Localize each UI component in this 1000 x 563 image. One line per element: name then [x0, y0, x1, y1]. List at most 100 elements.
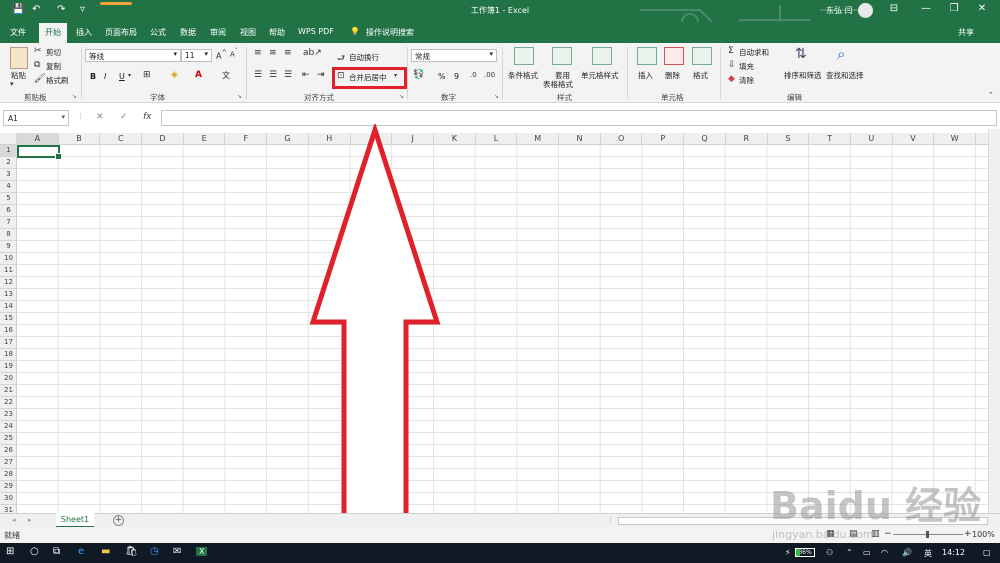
row-header[interactable]: 9	[0, 241, 17, 253]
battery-indicator[interactable]: 36%	[795, 548, 815, 557]
format-painter-button[interactable]: 格式刷	[46, 75, 69, 86]
windows-start-icon[interactable]: ⊞	[6, 546, 14, 557]
column-header[interactable]: T	[809, 133, 851, 145]
column-header[interactable]: M	[517, 133, 560, 145]
wifi-icon[interactable]: ◠	[881, 548, 888, 557]
name-box[interactable]: A1 ▾	[3, 110, 69, 126]
column-header[interactable]: U	[851, 133, 893, 145]
share-button[interactable]: 共享	[958, 27, 974, 38]
tab-help[interactable]: 帮助	[269, 27, 285, 38]
task-view-icon[interactable]: ⧉	[53, 546, 60, 557]
copy-icon[interactable]: ⧉	[34, 60, 40, 70]
row-header[interactable]: 16	[0, 325, 17, 337]
row-header[interactable]: 15	[0, 313, 17, 325]
font-size-select[interactable]: 11 ▾	[181, 49, 212, 62]
paste-icon[interactable]	[10, 47, 28, 69]
row-header[interactable]: 18	[0, 349, 17, 361]
insert-cells-button[interactable]: 插入	[638, 70, 653, 81]
row-header[interactable]: 10	[0, 253, 17, 265]
row-header[interactable]: 21	[0, 385, 17, 397]
eraser-icon[interactable]: ◆	[728, 74, 735, 84]
row-header[interactable]: 12	[0, 277, 17, 289]
clock-app-icon[interactable]: ◷	[150, 546, 159, 557]
copy-button[interactable]: 复制	[46, 61, 61, 72]
decrease-indent-icon[interactable]: ⇤	[302, 70, 310, 80]
tab-view[interactable]: 视图	[240, 27, 256, 38]
shrink-font-icon[interactable]: Aˇ	[230, 49, 238, 58]
find-select-button[interactable]: 查找和选择	[826, 70, 864, 81]
cut-button[interactable]: 剪切	[46, 47, 61, 58]
row-header[interactable]: 7	[0, 217, 17, 229]
restore-button[interactable]: ❐	[944, 3, 964, 14]
sort-filter-icon[interactable]: ⇅	[795, 46, 807, 62]
column-header[interactable]: O	[601, 133, 643, 145]
percent-button[interactable]: %	[438, 72, 446, 81]
conditional-format-icon[interactable]	[514, 47, 534, 65]
format-cells-icon[interactable]	[692, 47, 712, 65]
orientation-icon[interactable]: ab↗	[303, 48, 322, 58]
dialog-launcher-icon[interactable]: ↘	[237, 93, 242, 100]
delete-cells-button[interactable]: 删除	[665, 70, 680, 81]
row-header[interactable]: 31	[0, 505, 17, 513]
tab-wps-pdf[interactable]: WPS PDF	[298, 27, 334, 36]
row-header[interactable]: 25	[0, 433, 17, 445]
person-icon[interactable]: ⚇	[826, 548, 833, 557]
row-header[interactable]: 28	[0, 469, 17, 481]
tab-file[interactable]: 文件	[10, 27, 26, 38]
store-icon[interactable]: 🛍	[125, 546, 138, 557]
row-header[interactable]: 30	[0, 493, 17, 505]
edge-browser-icon[interactable]: e	[78, 546, 84, 557]
row-header[interactable]: 2	[0, 157, 17, 169]
column-header[interactable]: G	[267, 133, 309, 145]
ime-indicator[interactable]: 英	[924, 548, 932, 559]
align-right-icon[interactable]: ☰	[284, 70, 292, 80]
row-header[interactable]: 3	[0, 169, 17, 181]
row-header[interactable]: 1	[0, 145, 17, 157]
dialog-launcher-icon[interactable]: ↘	[494, 93, 499, 100]
scroll-split-icon[interactable]: ⋮	[607, 516, 614, 524]
minimize-button[interactable]: —	[916, 3, 936, 14]
file-explorer-icon[interactable]: ▬	[101, 546, 110, 557]
delete-cells-icon[interactable]	[664, 47, 684, 65]
table-format-button-line2[interactable]: 表格格式	[543, 79, 573, 90]
tab-data[interactable]: 数据	[180, 27, 196, 38]
clock-time[interactable]: 14:12	[942, 548, 965, 557]
format-cells-button[interactable]: 格式	[693, 70, 708, 81]
add-sheet-icon[interactable]: +	[113, 515, 124, 526]
align-center-icon[interactable]: ☰	[269, 70, 277, 80]
row-header[interactable]: 29	[0, 481, 17, 493]
column-header[interactable]: A	[17, 133, 59, 145]
underline-button[interactable]: U	[119, 72, 125, 81]
column-header[interactable]: V	[893, 133, 935, 145]
wrap-text-icon[interactable]: ⮐	[337, 51, 345, 67]
column-header[interactable]: D	[142, 133, 184, 145]
cell-styles-icon[interactable]	[592, 47, 612, 65]
row-header[interactable]: 5	[0, 193, 17, 205]
tab-formulas[interactable]: 公式	[150, 27, 166, 38]
autosum-icon[interactable]: Σ	[728, 46, 734, 56]
row-header[interactable]: 6	[0, 205, 17, 217]
increase-decimal-icon[interactable]: .0	[470, 71, 477, 79]
formula-input[interactable]	[161, 110, 997, 126]
phonetic-icon[interactable]: 文	[222, 70, 230, 81]
column-header[interactable]: E	[184, 133, 226, 145]
row-header[interactable]: 27	[0, 457, 17, 469]
increase-indent-icon[interactable]: ⇥	[317, 70, 325, 80]
prev-sheet-icon[interactable]: ◂	[12, 516, 16, 524]
row-header[interactable]: 4	[0, 181, 17, 193]
row-header[interactable]: 13	[0, 289, 17, 301]
insert-function-icon[interactable]: fx	[143, 112, 152, 122]
next-sheet-icon[interactable]: ▸	[28, 516, 32, 524]
decrease-decimal-icon[interactable]: .00	[484, 71, 495, 79]
row-header[interactable]: 20	[0, 373, 17, 385]
comma-button[interactable]: 9	[454, 72, 459, 81]
row-header[interactable]: 19	[0, 361, 17, 373]
border-icon[interactable]: ⊞	[143, 70, 151, 80]
tab-review[interactable]: 审阅	[210, 27, 226, 38]
user-name[interactable]: 东弘 闫	[826, 5, 853, 16]
bold-button[interactable]: B	[90, 72, 96, 81]
italic-button[interactable]: I	[104, 72, 106, 81]
avatar[interactable]	[858, 3, 873, 18]
autosum-button[interactable]: 自动求和	[739, 47, 769, 58]
align-middle-icon[interactable]: ≡	[269, 48, 277, 58]
